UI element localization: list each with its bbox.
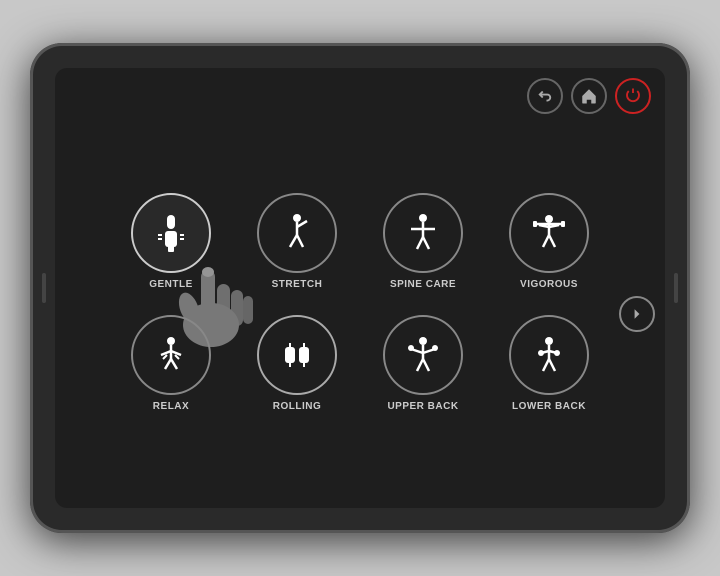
- back-button[interactable]: [527, 78, 563, 114]
- mode-circle-lower-back: [509, 315, 589, 395]
- tablet-screen: GENTLE: [55, 68, 665, 508]
- mode-label-gentle: GENTLE: [149, 279, 193, 290]
- mode-item-vigorous[interactable]: VIGOROUS: [494, 193, 604, 303]
- mode-circle-relax: [131, 315, 211, 395]
- mode-circle-vigorous: [509, 193, 589, 273]
- mode-item-spine-care[interactable]: SPINE CARE: [368, 193, 478, 303]
- mode-item-rolling[interactable]: ROLLING: [242, 315, 352, 425]
- mode-circle-upper-back: [383, 315, 463, 395]
- mode-grid: GENTLE: [116, 193, 604, 425]
- mode-label-rolling: ROLLING: [273, 401, 322, 412]
- gentle-icon: [149, 211, 193, 255]
- spine-care-icon: [401, 211, 445, 255]
- mode-circle-gentle: [131, 193, 211, 273]
- top-bar: [55, 68, 665, 120]
- mode-label-lower-back: LOWER BACK: [512, 401, 586, 412]
- mode-label-vigorous: VIGOROUS: [520, 279, 578, 290]
- mode-item-relax[interactable]: RELAX: [116, 315, 226, 425]
- mode-label-upper-back: UPPER BACK: [387, 401, 458, 412]
- home-button[interactable]: [571, 78, 607, 114]
- mode-item-gentle[interactable]: GENTLE: [116, 193, 226, 303]
- mode-item-lower-back[interactable]: LOWER BACK: [494, 315, 604, 425]
- upper-back-icon: [401, 333, 445, 377]
- stretch-icon: [275, 211, 319, 255]
- lower-back-icon: [527, 333, 571, 377]
- grid-area: GENTLE: [55, 120, 665, 508]
- mode-circle-stretch: [257, 193, 337, 273]
- mode-label-spine-care: SPINE CARE: [390, 279, 456, 290]
- mode-label-relax: RELAX: [153, 401, 189, 412]
- mode-circle-spine-care: [383, 193, 463, 273]
- next-button[interactable]: [619, 296, 655, 332]
- mode-item-stretch[interactable]: STRETCH: [242, 193, 352, 303]
- relax-icon: [149, 333, 193, 377]
- vigorous-icon: [527, 211, 571, 255]
- power-button[interactable]: [615, 78, 651, 114]
- tablet: GENTLE: [30, 43, 690, 533]
- mode-circle-rolling: [257, 315, 337, 395]
- mode-label-stretch: STRETCH: [272, 279, 323, 290]
- mode-item-upper-back[interactable]: UPPER BACK: [368, 315, 478, 425]
- rolling-icon: [275, 333, 319, 377]
